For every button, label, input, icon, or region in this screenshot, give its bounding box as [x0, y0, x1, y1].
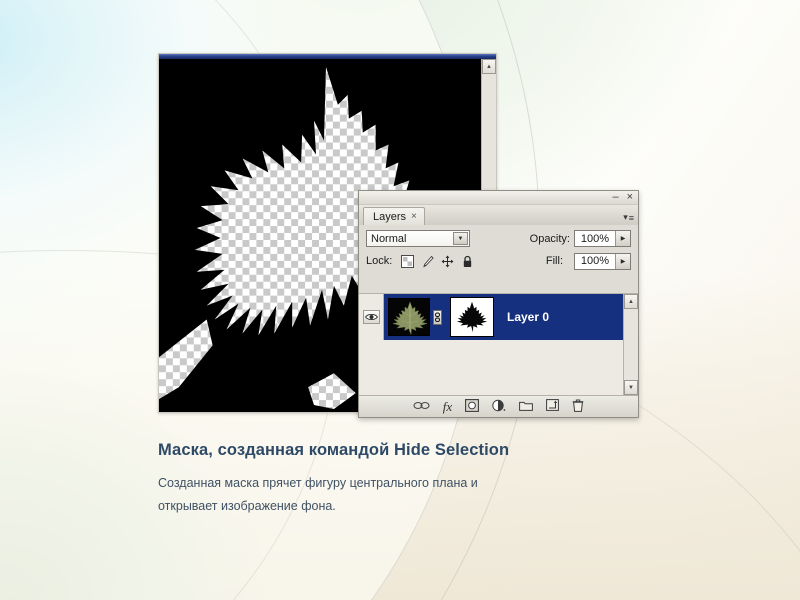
- layer-list-scrollbar[interactable]: ▲ ▼: [623, 294, 638, 395]
- caption-body: Созданная маска прячет фигуру центрально…: [158, 472, 718, 518]
- new-layer-icon[interactable]: [546, 399, 560, 414]
- panel-menu-button[interactable]: ▾ ≡: [623, 212, 634, 223]
- lock-transparent-pixels-icon[interactable]: [401, 254, 415, 268]
- layer-name-label: Layer 0: [507, 310, 550, 324]
- opacity-stepper-icon[interactable]: ▶: [615, 231, 630, 246]
- tab-layers-label: Layers: [373, 210, 407, 223]
- eye-icon[interactable]: [362, 310, 380, 324]
- opacity-value[interactable]: 100%: [575, 231, 615, 246]
- page-title: Маска, созданная командой Hide Selection: [158, 441, 510, 459]
- adjustment-layer-icon[interactable]: [492, 399, 506, 415]
- lock-image-pixels-icon[interactable]: [421, 255, 434, 268]
- fill-value[interactable]: 100%: [575, 253, 615, 269]
- layer-thumbnail[interactable]: [388, 298, 430, 336]
- chevron-down-icon[interactable]: ▼: [453, 232, 468, 245]
- layer-visibility-toggle[interactable]: [359, 294, 384, 340]
- panel-tab-bar: Layers × ▾ ≡: [359, 205, 638, 225]
- scroll-track[interactable]: [624, 309, 638, 380]
- tab-close-icon[interactable]: ×: [411, 211, 417, 222]
- add-layer-mask-icon[interactable]: [465, 398, 480, 415]
- link-mask-icon[interactable]: [433, 309, 442, 325]
- scroll-down-button[interactable]: ▼: [624, 380, 638, 395]
- scroll-up-button[interactable]: ▲: [482, 59, 496, 74]
- close-icon[interactable]: ×: [627, 192, 633, 203]
- fill-field[interactable]: 100% ▶: [574, 252, 631, 270]
- blend-mode-select[interactable]: Normal ▼: [366, 230, 470, 247]
- caption: Маска, созданная командой Hide Selection…: [158, 441, 718, 518]
- slide: ▲ – × Layers × ▾ ≡ Normal ▼ Opacity: 100…: [0, 0, 800, 600]
- caption-body-line-2: открывает изображение фона.: [158, 499, 336, 514]
- hamburger-icon: ≡: [628, 212, 634, 223]
- delete-layer-icon[interactable]: [572, 399, 584, 415]
- lock-position-icon[interactable]: [441, 255, 454, 268]
- new-group-icon[interactable]: [519, 400, 534, 414]
- chevron-down-icon: ▾: [623, 212, 628, 222]
- layer-list: Layer 0 ▲ ▼: [359, 293, 638, 395]
- lock-label: Lock:: [366, 255, 393, 267]
- link-layers-icon[interactable]: [413, 401, 430, 413]
- panel-window-controls: – ×: [359, 191, 638, 205]
- layers-panel: – × Layers × ▾ ≡ Normal ▼ Opacity: 100% …: [358, 190, 639, 418]
- caption-body-line-1: Созданная маска прячет фигуру центрально…: [158, 476, 478, 490]
- layer-mask-thumbnail[interactable]: [450, 297, 494, 337]
- layer-list-inner: Layer 0: [359, 294, 623, 395]
- layers-panel-toolbar: fx: [359, 395, 638, 417]
- table-row[interactable]: Layer 0: [359, 294, 623, 340]
- lock-fill-row: Lock: Fill: 100% ▶: [359, 250, 638, 272]
- fill-label: Fill:: [545, 255, 563, 267]
- opacity-label: Opacity:: [529, 232, 570, 245]
- fill-stepper-icon[interactable]: ▶: [615, 253, 630, 269]
- lock-all-icon[interactable]: [461, 255, 474, 268]
- opacity-field[interactable]: 100% ▶: [574, 230, 631, 247]
- minimize-icon[interactable]: –: [612, 192, 618, 203]
- tab-layers[interactable]: Layers ×: [363, 207, 425, 225]
- blend-mode-value: Normal: [371, 232, 407, 245]
- scroll-up-button[interactable]: ▲: [624, 294, 638, 309]
- blend-opacity-row: Normal ▼ Opacity: 100% ▶: [359, 227, 638, 250]
- layer-style-fx-icon[interactable]: fx: [443, 399, 452, 415]
